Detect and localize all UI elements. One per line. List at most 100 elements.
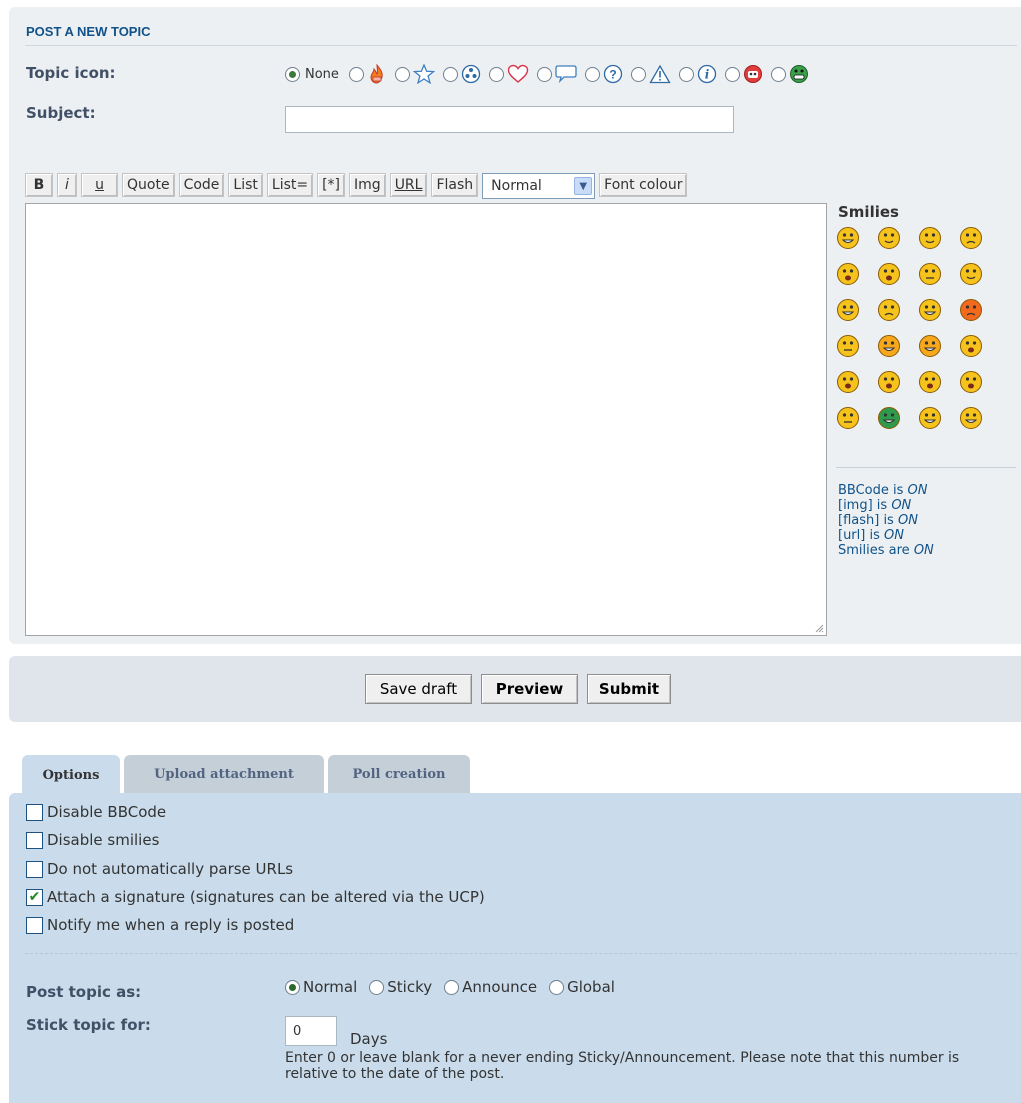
code-button[interactable]: Code [178,173,225,197]
save-draft-button[interactable]: Save draft [365,674,472,704]
tab-upload-attachment[interactable]: Upload attachment [124,755,324,793]
exclaim-smiley-icon[interactable] [836,370,860,394]
laughing-smiley-icon[interactable] [836,298,860,322]
resize-grip-icon[interactable] [814,623,824,633]
green-smiley-icon[interactable] [877,406,901,430]
topic-icon-radio[interactable] [724,66,740,82]
tab-options[interactable]: Options [22,755,120,795]
topic-icon-heart-option[interactable] [488,64,534,84]
topic-icon-question-option[interactable]: ? [584,64,628,84]
topic-icon-info-option[interactable]: i [678,64,722,84]
shocked-smiley-icon[interactable] [877,262,901,286]
question-icon: ? [603,64,623,84]
topic-icon-none-option[interactable]: None [285,66,346,82]
grin-face-icon [789,65,808,83]
embarrassed-smiley-icon[interactable] [836,334,860,358]
grin-smiley-icon[interactable] [836,226,860,250]
days-unit-label: Days [350,1030,388,1048]
angry-smiley-icon[interactable] [959,298,983,322]
flash-status-line: [flash] is ON [838,513,918,528]
disable-bbcode-checkbox[interactable] [26,803,43,821]
underline-button[interactable]: u [81,173,118,197]
subject-input[interactable] [285,106,734,133]
topic-icon-none-radio[interactable] [285,66,300,82]
razz-smiley-icon[interactable] [918,298,942,322]
topic-icon-speech-option[interactable] [536,64,582,84]
disable-urls-option[interactable]: Do not automatically parse URLs [26,860,293,878]
topic-icon-fire-option[interactable] [348,64,392,84]
bold-button[interactable]: B [25,173,53,197]
bbcode-status: BBCode is ON [img] is ON [flash] is ON [… [838,483,934,558]
disable-bbcode-option[interactable]: Disable BBCode [26,803,166,821]
evil-smiley-icon[interactable] [877,334,901,358]
speech-bubble-icon [555,65,577,84]
quote-button[interactable]: Quote [122,173,175,197]
post-as-global-label: Global [567,978,615,996]
fire-icon [370,64,383,84]
disable-urls-checkbox[interactable] [26,860,43,878]
tab-poll-creation[interactable]: Poll creation [328,755,470,793]
ugeek-smiley-icon[interactable] [959,406,983,430]
topic-icon-radio[interactable] [488,66,504,82]
topic-icon-radio[interactable] [348,66,364,82]
idea-smiley-icon[interactable] [918,370,942,394]
geek-smiley-icon[interactable] [918,406,942,430]
attach-signature-option[interactable]: ✔ Attach a signature (signatures can be … [26,888,485,906]
post-as-announce-radio[interactable] [444,979,460,995]
preview-button[interactable]: Preview [481,674,578,704]
question-smiley-icon[interactable] [877,370,901,394]
url-button[interactable]: URL [389,173,428,197]
font-colour-button[interactable]: Font colour [599,173,688,197]
notify-checkbox[interactable] [26,916,43,934]
topic-icon-radiation-option[interactable] [442,64,486,84]
topic-icon-options: None ? i [285,62,817,86]
submit-button[interactable]: Submit [587,674,671,704]
topic-icon-grin-option[interactable] [770,64,814,84]
topic-icon-warning-option[interactable] [630,64,676,84]
sad-face-icon [743,65,762,83]
topic-icon-radio[interactable] [630,66,646,82]
neutral-smiley-icon[interactable] [836,406,860,430]
svg-text:?: ? [609,68,616,82]
notify-label: Notify me when a reply is posted [47,916,295,934]
disable-smilies-checkbox[interactable] [26,831,43,849]
notify-option[interactable]: Notify me when a reply is posted [26,916,294,934]
disable-urls-label: Do not automatically parse URLs [47,860,294,878]
topic-icon-radio[interactable] [584,66,600,82]
topic-icon-radio[interactable] [394,66,410,82]
wink-smiley-icon[interactable] [918,226,942,250]
disable-smilies-option[interactable]: Disable smilies [26,831,159,849]
message-textarea[interactable] [25,203,827,636]
post-as-sticky-label: Sticky [387,978,433,996]
section-title: POST A NEW TOPIC [26,24,151,39]
stick-days-input[interactable]: 0 [285,1016,337,1046]
img-status-line: [img] is ON [838,498,912,513]
list-button[interactable]: List [228,173,263,197]
list-item-button[interactable]: [*] [317,173,346,197]
confused-smiley-icon[interactable] [918,262,942,286]
topic-icon-radio[interactable] [442,66,458,82]
cool-smiley-icon[interactable] [959,262,983,286]
rolleyes-smiley-icon[interactable] [959,334,983,358]
bbcode-status-line: BBCode is ON [838,483,928,498]
mad-smiley-icon[interactable] [877,298,901,322]
img-button[interactable]: Img [349,173,386,197]
topic-icon-sad-option[interactable] [724,64,768,84]
flash-button[interactable]: Flash [431,173,479,197]
surprised-smiley-icon[interactable] [836,262,860,286]
topic-icon-radio[interactable] [770,66,786,82]
smile-smiley-icon[interactable] [877,226,901,250]
post-as-normal-radio[interactable] [285,979,300,995]
twisted-smiley-icon[interactable] [918,334,942,358]
font-size-select[interactable]: Normal ▼ [482,173,596,199]
sad-smiley-icon[interactable] [959,226,983,250]
topic-icon-radio[interactable] [678,66,694,82]
post-as-global-radio[interactable] [549,979,565,995]
italic-button[interactable]: i [57,173,77,197]
topic-icon-radio[interactable] [536,66,552,82]
ordered-list-button[interactable]: List= [266,173,314,197]
arrow-smiley-icon[interactable] [959,370,983,394]
topic-icon-star-option[interactable] [394,64,440,84]
attach-signature-checkbox[interactable]: ✔ [26,888,43,906]
post-as-sticky-radio[interactable] [369,979,385,995]
